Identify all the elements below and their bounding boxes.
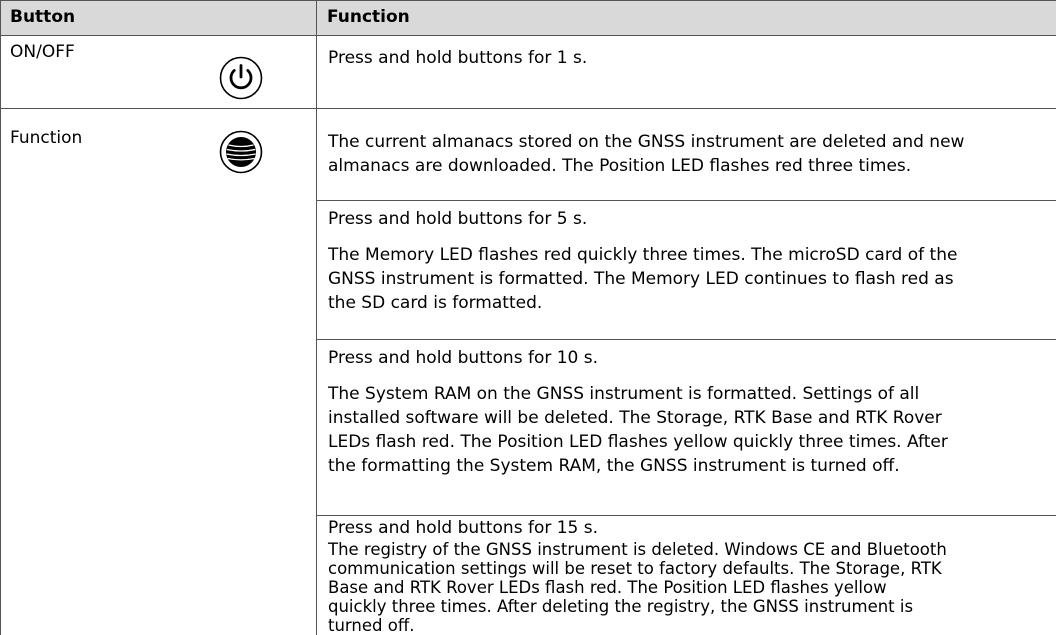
function-button-icon bbox=[219, 130, 263, 174]
hold-15s-title: Press and hold buttons for 15 s. bbox=[328, 518, 599, 538]
button-function-table: Button Function ON/OFF Press and hold bu… bbox=[0, 0, 1056, 635]
hold-15s-line-3: Base and RTK Rover LEDs flash red. The P… bbox=[328, 578, 887, 597]
power-icon bbox=[219, 56, 263, 100]
table-border-left bbox=[0, 0, 1, 635]
hold-10s-title: Press and hold buttons for 10 s. bbox=[328, 348, 599, 368]
header-function-label: Function bbox=[327, 7, 410, 27]
hold-5s-line-3: the SD card is formatted. bbox=[328, 293, 543, 313]
hold-15s-line-4: quickly three times. After deleting the … bbox=[328, 597, 914, 616]
hold-15s-line-5: turned off. bbox=[328, 616, 415, 635]
function-text-line-1: The current almanacs stored on the GNSS … bbox=[328, 132, 965, 152]
row-divider-2 bbox=[316, 200, 1056, 201]
header-button-label: Button bbox=[10, 7, 76, 27]
hold-5s-line-2: GNSS instrument is formatted. The Memory… bbox=[328, 269, 954, 289]
hold-15s-line-1: The registry of the GNSS instrument is d… bbox=[328, 540, 947, 559]
hold-5s-title: Press and hold buttons for 5 s. bbox=[328, 209, 588, 229]
function-text-line-2: almanacs are downloaded. The Position LE… bbox=[328, 156, 912, 176]
hold-10s-line-2: installed software will be deleted. The … bbox=[328, 408, 942, 428]
row-divider-3 bbox=[316, 339, 1056, 340]
header-button-cell: Button bbox=[0, 0, 316, 35]
function-text-onoff: Press and hold buttons for 1 s. bbox=[328, 48, 588, 68]
hold-15s-line-2: communication settings will be reset to … bbox=[328, 559, 942, 578]
hold-10s-line-1: The System RAM on the GNSS instrument is… bbox=[328, 384, 920, 404]
row-divider-1 bbox=[0, 108, 1056, 109]
hold-10s-line-4: the formatting the System RAM, the GNSS … bbox=[328, 456, 900, 476]
column-divider bbox=[316, 0, 317, 635]
button-name-onoff: ON/OFF bbox=[10, 42, 75, 62]
hold-5s-line-1: The Memory LED flashes red quickly three… bbox=[328, 245, 958, 265]
header-function-cell: Function bbox=[317, 0, 1056, 35]
header-divider bbox=[0, 35, 1056, 36]
table-border-top bbox=[0, 0, 1056, 1]
hold-10s-line-3: LEDs flash red. The Position LED flashes… bbox=[328, 432, 948, 452]
button-name-function: Function bbox=[10, 128, 83, 148]
